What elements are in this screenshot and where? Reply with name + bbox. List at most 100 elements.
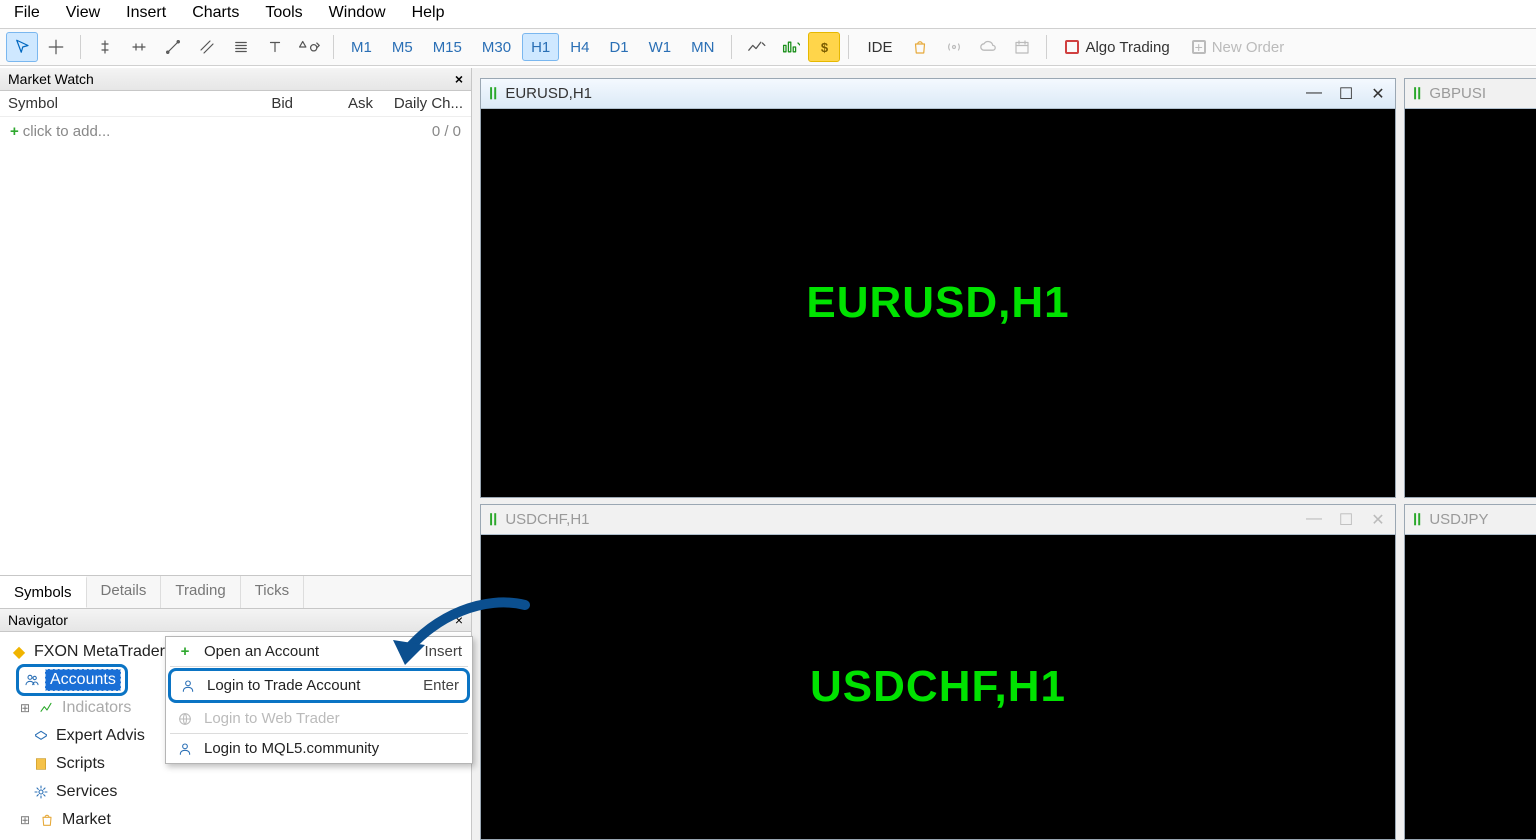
market-bag-icon[interactable]: [904, 32, 936, 62]
timeframe-w1[interactable]: W1: [640, 33, 681, 61]
ctx-web-label: Login to Web Trader: [204, 710, 340, 727]
charts-area: ⅼⅼ EURUSD,H1 — ☐ ✕ EURUSD,H1 ⅼⅼ USDCHF,H…: [472, 68, 1536, 840]
scripts-icon: [32, 756, 50, 772]
bar-chart-icon[interactable]: [774, 32, 806, 62]
timeframe-h4[interactable]: H4: [561, 33, 598, 61]
accounts-icon: [23, 672, 41, 688]
timeframe-d1[interactable]: D1: [600, 33, 637, 61]
nav-scripts-label: Scripts: [56, 755, 105, 773]
expand-icon[interactable]: ⊞: [18, 701, 32, 715]
ctx-mql5-label: Login to MQL5.community: [204, 740, 379, 757]
chart-overlay-label: USDCHF,H1: [810, 662, 1066, 712]
chart-canvas[interactable]: [1405, 109, 1536, 497]
separator-icon: [80, 35, 81, 59]
tab-ticks[interactable]: Ticks: [241, 576, 304, 608]
minimize-icon[interactable]: —: [1305, 84, 1323, 104]
channel-tool[interactable]: [191, 32, 223, 62]
chart-titlebar[interactable]: ⅼⅼ EURUSD,H1 — ☐ ✕: [481, 79, 1395, 109]
ctx-open-kb: Insert: [424, 643, 462, 660]
chart-canvas[interactable]: [1405, 535, 1536, 839]
timeframe-m30[interactable]: M30: [473, 33, 520, 61]
market-watch-add-row[interactable]: +click to add... 0 / 0: [0, 117, 471, 146]
chart-window-usdchf[interactable]: ⅼⅼ USDCHF,H1 — ☐ ✕ USDCHF,H1: [480, 504, 1396, 840]
timeframe-mn[interactable]: MN: [682, 33, 723, 61]
fibonacci-tool[interactable]: [225, 32, 257, 62]
chart-canvas[interactable]: EURUSD,H1: [481, 109, 1395, 497]
vps-cloud-icon[interactable]: [972, 32, 1004, 62]
tab-details[interactable]: Details: [87, 576, 162, 608]
services-gear-icon: [32, 784, 50, 800]
timeframe-h1[interactable]: H1: [522, 33, 559, 61]
market-watch-counter: 0 / 0: [432, 123, 461, 140]
chart-window-gbpusd[interactable]: ⅼⅼ GBPUSI: [1404, 78, 1536, 498]
menu-window[interactable]: Window: [329, 4, 386, 22]
line-chart-icon[interactable]: [740, 32, 772, 62]
col-bid[interactable]: Bid: [213, 95, 293, 112]
chart-window-eurusd[interactable]: ⅼⅼ EURUSD,H1 — ☐ ✕ EURUSD,H1: [480, 78, 1396, 498]
timeframe-m15[interactable]: M15: [424, 33, 471, 61]
separator-icon: [333, 35, 334, 59]
tab-symbols[interactable]: Symbols: [0, 576, 87, 608]
menu-charts[interactable]: Charts: [192, 4, 239, 22]
shapes-tool-icon[interactable]: [293, 32, 325, 62]
crosshair-tool[interactable]: [40, 32, 72, 62]
separator-icon: [1046, 35, 1047, 59]
cursor-tool[interactable]: [6, 32, 38, 62]
ctx-login-kb: Enter: [423, 677, 459, 694]
close-icon[interactable]: ✕: [1369, 510, 1387, 530]
new-order-button[interactable]: + New Order: [1182, 32, 1295, 62]
col-ask[interactable]: Ask: [293, 95, 373, 112]
ctx-open-account[interactable]: + Open an Account Insert: [166, 637, 472, 666]
menu-view[interactable]: View: [66, 4, 100, 22]
signals-icon[interactable]: [938, 32, 970, 62]
nav-services[interactable]: Services: [10, 778, 465, 806]
chart-canvas[interactable]: USDCHF,H1: [481, 535, 1395, 839]
menu-help[interactable]: Help: [412, 4, 445, 22]
market-watch-body: [0, 146, 471, 575]
ctx-login-mql5[interactable]: Login to MQL5.community: [166, 734, 472, 763]
market-watch-tabs: Symbols Details Trading Ticks: [0, 575, 471, 608]
accounts-context-menu: + Open an Account Insert Login to Trade …: [165, 636, 473, 764]
col-symbol[interactable]: Symbol: [8, 95, 213, 112]
new-order-label: New Order: [1212, 39, 1285, 56]
ctx-login-trade-account[interactable]: Login to Trade Account Enter: [168, 668, 470, 703]
nav-indicators-label: Indicators: [62, 699, 131, 717]
expert-icon: [32, 728, 50, 744]
menu-tools[interactable]: Tools: [265, 4, 302, 22]
dollar-icon[interactable]: $: [808, 32, 840, 62]
horizontal-line-tool[interactable]: [123, 32, 155, 62]
close-icon[interactable]: ✕: [1369, 84, 1387, 104]
close-icon[interactable]: ×: [455, 612, 463, 628]
menu-file[interactable]: File: [14, 4, 40, 22]
chart-titlebar[interactable]: ⅼⅼ GBPUSI: [1405, 79, 1536, 109]
ctx-login-web-trader[interactable]: Login to Web Trader: [166, 704, 472, 733]
trendline-tool[interactable]: [157, 32, 189, 62]
chart-titlebar[interactable]: ⅼⅼ USDJPY: [1405, 505, 1536, 535]
maximize-icon[interactable]: ☐: [1337, 84, 1355, 104]
minimize-icon[interactable]: —: [1305, 510, 1323, 530]
expand-icon[interactable]: ⊞: [18, 813, 32, 827]
ide-button[interactable]: IDE: [857, 32, 902, 62]
timeframe-m5[interactable]: M5: [383, 33, 422, 61]
chart-titlebar[interactable]: ⅼⅼ USDCHF,H1 — ☐ ✕: [481, 505, 1395, 535]
globe-icon: [176, 711, 194, 727]
candlestick-icon: ⅼⅼ: [1413, 511, 1421, 529]
candlestick-icon: ⅼⅼ: [489, 85, 497, 103]
tab-trading[interactable]: Trading: [161, 576, 240, 608]
indicators-icon: [38, 700, 56, 716]
vertical-line-tool[interactable]: [89, 32, 121, 62]
text-tool[interactable]: [259, 32, 291, 62]
col-daily-change[interactable]: Daily Ch...: [373, 95, 463, 112]
timeframe-m1[interactable]: M1: [342, 33, 381, 61]
market-watch-header: Market Watch ×: [0, 68, 471, 91]
maximize-icon[interactable]: ☐: [1337, 510, 1355, 530]
algo-trading-button[interactable]: Algo Trading: [1055, 32, 1179, 62]
calendar-icon[interactable]: [1006, 32, 1038, 62]
close-icon[interactable]: ×: [455, 71, 463, 87]
menu-insert[interactable]: Insert: [126, 4, 166, 22]
chart-window-usdjpy[interactable]: ⅼⅼ USDJPY: [1404, 504, 1536, 840]
plus-icon: +: [176, 643, 194, 660]
ctx-login-label: Login to Trade Account: [207, 677, 360, 694]
plus-icon: +: [1192, 40, 1206, 54]
nav-market[interactable]: ⊞ Market: [10, 806, 465, 834]
